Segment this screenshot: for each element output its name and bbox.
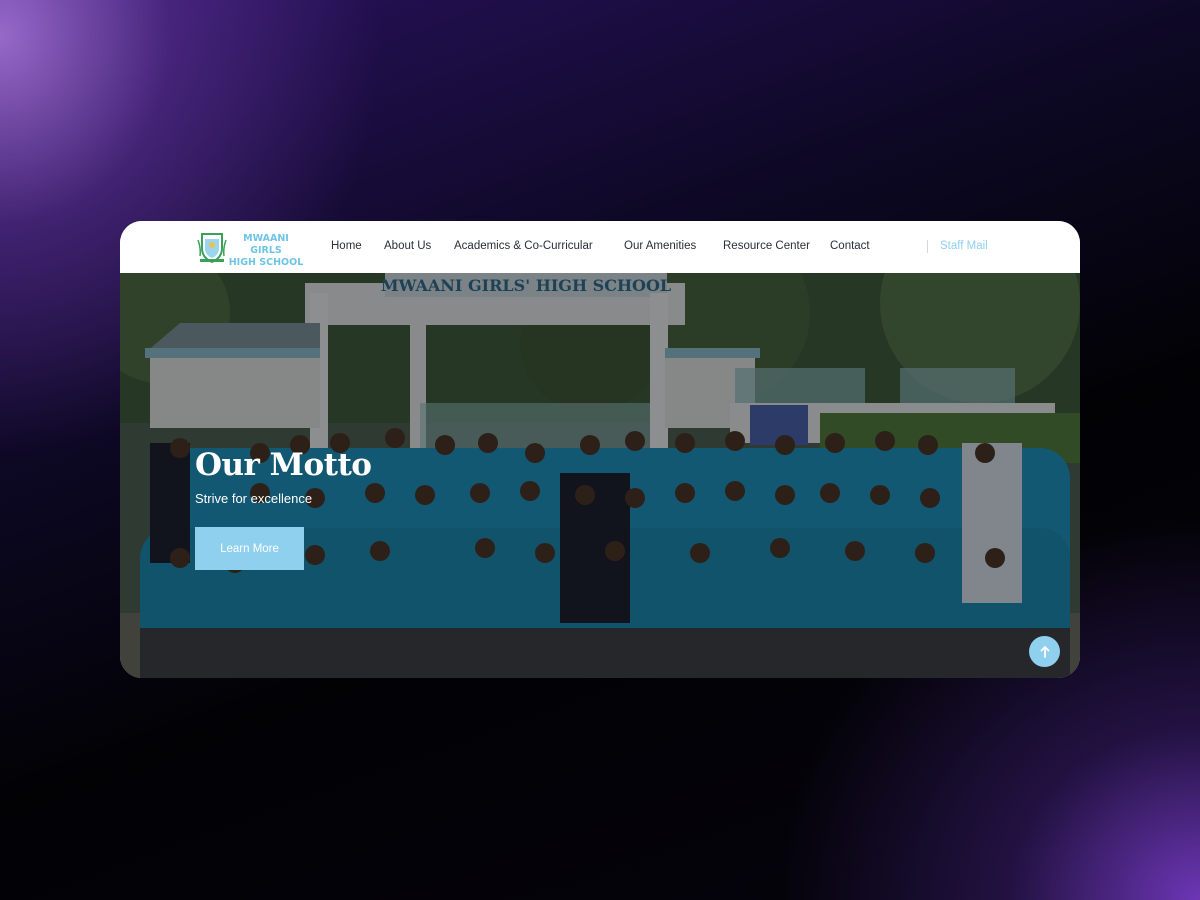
site-logo[interactable]: MWAANI GIRLS HIGH SCHOOL (196, 230, 303, 268)
nav-divider (927, 240, 928, 253)
browser-window: MWAANI GIRLS HIGH SCHOOL Home About Us A… (120, 221, 1080, 678)
learn-more-button[interactable]: Learn More (195, 527, 304, 570)
nav-resource-center[interactable]: Resource Center (723, 240, 810, 252)
staff-mail-link[interactable]: Staff Mail (940, 240, 988, 252)
hero-banner: MWAANI GIRLS' HIGH SCHOOL Our Motto Stri… (120, 273, 1080, 678)
nav-about-us[interactable]: About Us (384, 240, 431, 252)
logo-line-2: HIGH SCHOOL (228, 257, 304, 268)
logo-line-1: MWAANI GIRLS (243, 233, 289, 256)
scroll-to-top-button[interactable] (1029, 636, 1060, 667)
nav-contact[interactable]: Contact (830, 240, 870, 252)
site-header: MWAANI GIRLS HIGH SCHOOL Home About Us A… (120, 221, 1080, 273)
hero-title: Our Motto (195, 447, 372, 483)
arrow-up-icon (1040, 645, 1049, 658)
logo-text: MWAANI GIRLS HIGH SCHOOL (227, 233, 305, 269)
nav-academics[interactable]: Academics & Co-Curricular (454, 240, 593, 252)
nav-home[interactable]: Home (331, 240, 362, 252)
hero-subtitle: Strive for excellence (195, 491, 313, 506)
school-crest-icon (197, 233, 227, 264)
nav-amenities[interactable]: Our Amenities (624, 240, 696, 252)
